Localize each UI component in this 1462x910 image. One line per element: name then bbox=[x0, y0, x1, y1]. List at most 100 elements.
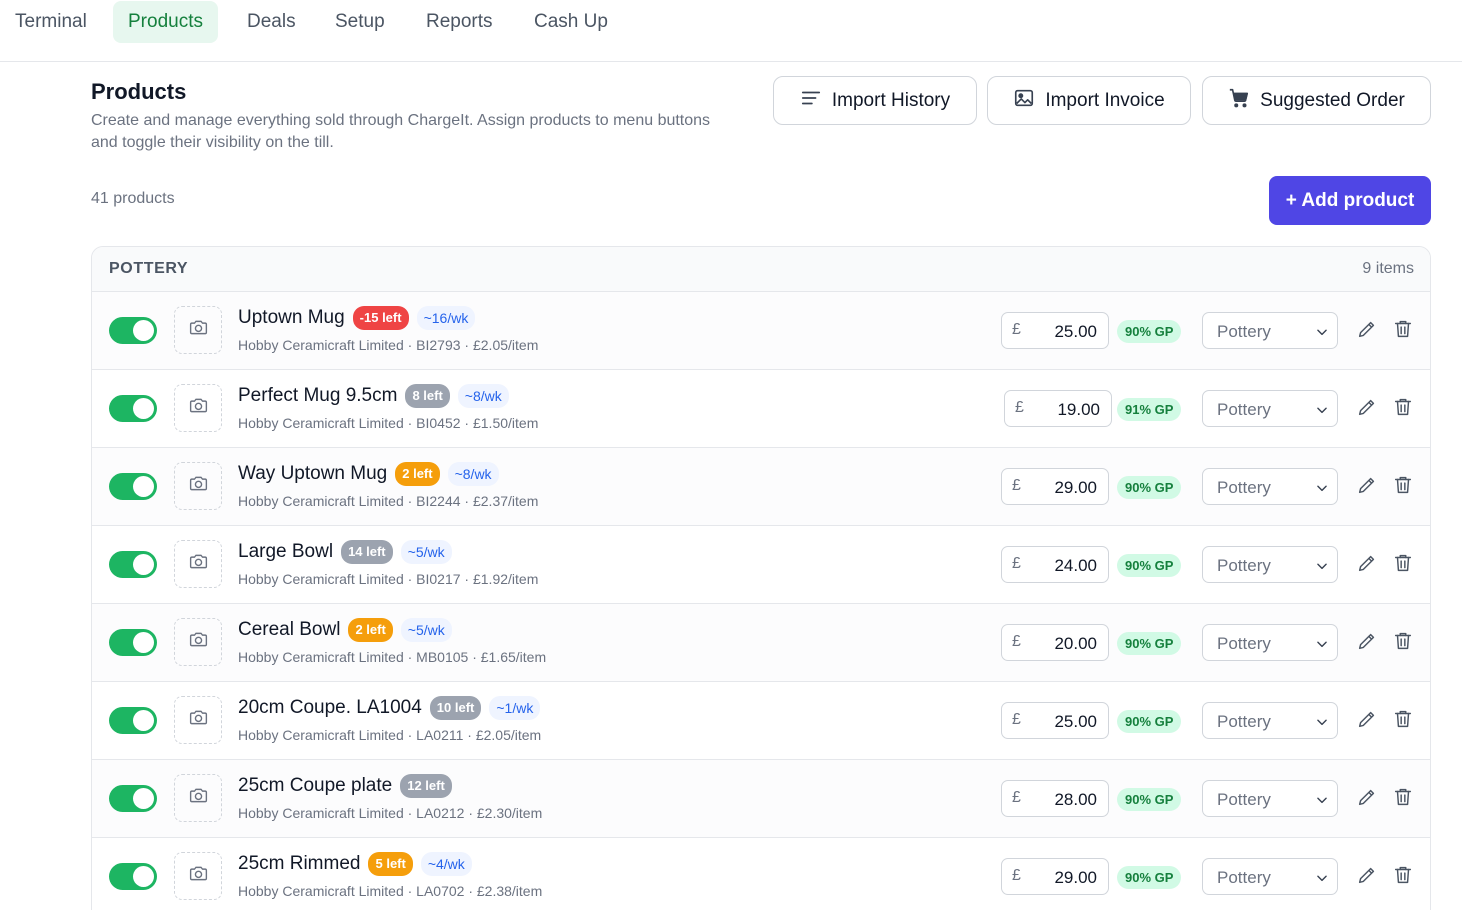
category-select-value: Pottery bbox=[1217, 868, 1271, 887]
gp-badge: 91% GP bbox=[1117, 398, 1182, 421]
edit-button[interactable] bbox=[1356, 708, 1378, 730]
tab-cash-up[interactable]: Cash Up bbox=[519, 1, 623, 43]
visibility-toggle[interactable] bbox=[109, 629, 157, 656]
add-photo-button[interactable] bbox=[174, 696, 222, 744]
price-value: 28.00 bbox=[1054, 790, 1097, 809]
visibility-toggle[interactable] bbox=[109, 317, 157, 344]
category-select-value: Pottery bbox=[1217, 556, 1271, 575]
sales-rate-badge: ~16/wk bbox=[416, 306, 476, 330]
gp-badge: 90% GP bbox=[1117, 476, 1182, 499]
visibility-toggle[interactable] bbox=[109, 785, 157, 812]
price-value: 29.00 bbox=[1054, 478, 1097, 497]
delete-button[interactable] bbox=[1392, 474, 1414, 496]
tab-reports[interactable]: Reports bbox=[411, 1, 508, 43]
sales-rate-badge: ~8/wk bbox=[457, 384, 509, 408]
edit-button[interactable] bbox=[1356, 630, 1378, 652]
edit-button[interactable] bbox=[1356, 318, 1378, 340]
add-photo-button[interactable] bbox=[174, 618, 222, 666]
trash-icon bbox=[1392, 866, 1414, 890]
pencil-icon bbox=[1356, 477, 1378, 500]
edit-button[interactable] bbox=[1356, 552, 1378, 574]
import-history-button[interactable]: Import History bbox=[773, 76, 977, 125]
sales-rate-badge: ~4/wk bbox=[420, 852, 472, 876]
tab-setup[interactable]: Setup bbox=[320, 1, 400, 43]
category-select[interactable]: Pottery bbox=[1202, 468, 1338, 505]
image-icon bbox=[1013, 87, 1035, 115]
category-select[interactable]: Pottery bbox=[1202, 624, 1338, 661]
add-photo-button[interactable] bbox=[174, 852, 222, 900]
category-select-value: Pottery bbox=[1217, 634, 1271, 653]
product-meta: Hobby Ceramicraft Limited · BI2244 · £2.… bbox=[238, 493, 539, 509]
price-input[interactable]: £ 24.00 bbox=[1001, 546, 1109, 583]
delete-button[interactable] bbox=[1392, 552, 1414, 574]
category-select-value: Pottery bbox=[1217, 322, 1271, 341]
add-photo-button[interactable] bbox=[174, 384, 222, 432]
category-select-value: Pottery bbox=[1217, 478, 1271, 497]
category-select[interactable]: Pottery bbox=[1202, 858, 1338, 895]
gp-badge: 90% GP bbox=[1117, 710, 1182, 733]
category-select[interactable]: Pottery bbox=[1202, 702, 1338, 739]
import-invoice-label: Import Invoice bbox=[1045, 89, 1165, 111]
category-select[interactable]: Pottery bbox=[1202, 780, 1338, 817]
add-product-button[interactable]: + Add product bbox=[1269, 176, 1431, 225]
add-photo-button[interactable] bbox=[174, 462, 222, 510]
product-meta: Hobby Ceramicraft Limited · LA0702 · £2.… bbox=[238, 883, 543, 899]
delete-button[interactable] bbox=[1392, 318, 1414, 340]
product-meta: Hobby Ceramicraft Limited · BI2793 · £2.… bbox=[238, 337, 539, 353]
product-meta: Hobby Ceramicraft Limited · MB0105 · £1.… bbox=[238, 649, 547, 665]
stock-badge: 2 left bbox=[348, 618, 393, 642]
edit-button[interactable] bbox=[1356, 474, 1378, 496]
edit-button[interactable] bbox=[1356, 396, 1378, 418]
visibility-toggle[interactable] bbox=[109, 551, 157, 578]
add-photo-button[interactable] bbox=[174, 774, 222, 822]
product-row: Perfect Mug 9.5cm 8 left ~8/wk Hobby Cer… bbox=[92, 370, 1430, 448]
price-input[interactable]: £ 25.00 bbox=[1001, 702, 1109, 739]
category-select-value: Pottery bbox=[1217, 790, 1271, 809]
price-value: 24.00 bbox=[1054, 556, 1097, 575]
price-input[interactable]: £ 19.00 bbox=[1004, 390, 1112, 427]
add-photo-button[interactable] bbox=[174, 306, 222, 354]
price-input[interactable]: £ 20.00 bbox=[1001, 624, 1109, 661]
delete-button[interactable] bbox=[1392, 630, 1414, 652]
price-input[interactable]: £ 29.00 bbox=[1001, 468, 1109, 505]
tab-deals[interactable]: Deals bbox=[232, 1, 311, 43]
add-photo-button[interactable] bbox=[174, 540, 222, 588]
visibility-toggle[interactable] bbox=[109, 395, 157, 422]
product-name: 25cm Coupe plate bbox=[238, 775, 393, 796]
currency-symbol: £ bbox=[1012, 477, 1021, 494]
category-select[interactable]: Pottery bbox=[1202, 312, 1338, 349]
delete-button[interactable] bbox=[1392, 864, 1414, 886]
price-input[interactable]: £ 29.00 bbox=[1001, 858, 1109, 895]
import-invoice-button[interactable]: Import Invoice bbox=[987, 76, 1191, 125]
stock-badge: 12 left bbox=[400, 774, 452, 798]
edit-button[interactable] bbox=[1356, 864, 1378, 886]
product-name: 20cm Coupe. LA1004 bbox=[238, 697, 422, 718]
category-select[interactable]: Pottery bbox=[1202, 546, 1338, 583]
price-input[interactable]: £ 28.00 bbox=[1001, 780, 1109, 817]
visibility-toggle[interactable] bbox=[109, 707, 157, 734]
category-select[interactable]: Pottery bbox=[1202, 390, 1338, 427]
product-row: 25cm Coupe plate 12 left Hobby Ceramicra… bbox=[92, 760, 1430, 838]
tab-products[interactable]: Products bbox=[113, 1, 218, 43]
visibility-toggle[interactable] bbox=[109, 863, 157, 890]
delete-button[interactable] bbox=[1392, 708, 1414, 730]
price-input[interactable]: £ 25.00 bbox=[1001, 312, 1109, 349]
product-row: 25cm Rimmed 5 left ~4/wk Hobby Ceramicra… bbox=[92, 838, 1430, 910]
suggested-order-button[interactable]: Suggested Order bbox=[1202, 76, 1431, 125]
product-row: Way Uptown Mug 2 left ~8/wk Hobby Cerami… bbox=[92, 448, 1430, 526]
visibility-toggle[interactable] bbox=[109, 473, 157, 500]
list-icon bbox=[800, 87, 822, 115]
currency-symbol: £ bbox=[1012, 711, 1021, 728]
top-nav: Terminal Products Deals Setup Reports Ca… bbox=[0, 0, 1462, 62]
tab-terminal[interactable]: Terminal bbox=[0, 1, 102, 43]
delete-button[interactable] bbox=[1392, 396, 1414, 418]
delete-button[interactable] bbox=[1392, 786, 1414, 808]
edit-button[interactable] bbox=[1356, 786, 1378, 808]
currency-symbol: £ bbox=[1012, 555, 1021, 572]
gp-badge: 90% GP bbox=[1117, 632, 1182, 655]
sales-rate-badge: ~8/wk bbox=[447, 462, 499, 486]
camera-icon bbox=[188, 317, 209, 343]
sales-rate-badge: ~5/wk bbox=[400, 540, 452, 564]
camera-icon bbox=[188, 551, 209, 577]
product-row: Large Bowl 14 left ~5/wk Hobby Ceramicra… bbox=[92, 526, 1430, 604]
